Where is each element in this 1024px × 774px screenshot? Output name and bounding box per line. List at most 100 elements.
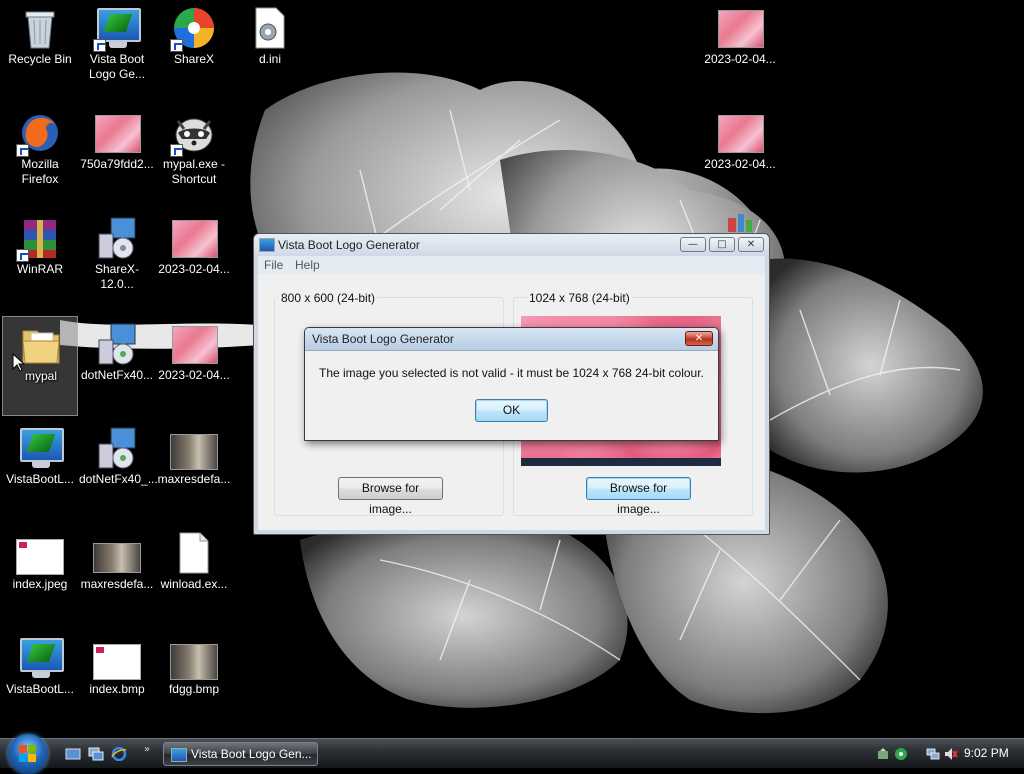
desktop-icon-label: dotNetFx40_...: [79, 472, 158, 486]
browse-button-800x600[interactable]: Browse for image...: [338, 477, 443, 516]
desktop-icon-d-ini[interactable]: d.ini: [232, 0, 308, 100]
desktop-icon-maxresdefault-1[interactable]: maxresdefa...: [79, 525, 155, 625]
desktop-icon-label: fdgg.bmp: [168, 682, 220, 696]
image-thumbnail-icon: [716, 109, 764, 157]
desktop-icon-dotnetfx40-2[interactable]: dotNetFx40_...: [79, 420, 158, 520]
shortcut-arrow-icon: [16, 144, 29, 157]
dialog-close-button[interactable]: ✕: [685, 331, 713, 346]
desktop-icon-index-jpeg[interactable]: index.jpeg: [2, 525, 78, 625]
desktop-icon-recycle-bin[interactable]: Recycle Bin: [2, 0, 78, 100]
desktop-icon-vista-boot-logo-generator[interactable]: Vista Boot Logo Ge...: [79, 0, 155, 100]
desktop-icon-vistabootlogo-2[interactable]: VistaBootL...: [2, 630, 78, 730]
error-dialog: Vista Boot Logo Generator ✕ The image yo…: [304, 327, 719, 441]
menu-file[interactable]: File: [264, 258, 283, 272]
close-icon: ✕: [694, 333, 704, 344]
main-title-bar[interactable]: Vista Boot Logo Generator — □ ✕: [254, 234, 769, 256]
recycle-bin-icon: [25, 11, 55, 49]
start-button[interactable]: [8, 734, 48, 774]
desktop-icon-label: 2023-02-04...: [158, 262, 230, 276]
app-icon: [171, 748, 187, 762]
desktop-icon-label: ShareX: [173, 52, 215, 66]
taskbar-button-vista-boot-logo[interactable]: Vista Boot Logo Gen...: [163, 742, 318, 766]
image-thumbnail-icon: [93, 529, 141, 577]
shortcut-arrow-icon: [16, 249, 29, 262]
desktop: Recycle Bin Mozilla Firefox WinRAR mypal…: [0, 0, 1024, 738]
group-label-1024x768: 1024 x 768 (24-bit): [527, 291, 632, 305]
desktop-icon-label: maxresdefa...: [80, 577, 154, 591]
desktop-icon-label: index.jpeg: [12, 577, 68, 591]
desktop-icon-label: 2023-02-04...: [158, 368, 230, 382]
desktop-icon-winload[interactable]: winload.ex...: [156, 525, 232, 625]
minimize-button[interactable]: —: [680, 237, 706, 252]
desktop-icon-label: VistaBootL...: [6, 682, 74, 696]
desktop-icon-maxresdefault-2[interactable]: maxresdefa...: [156, 420, 232, 520]
desktop-icon-2023-02-04-d[interactable]: 2023-02-04...: [702, 105, 778, 205]
desktop-icon-label: Recycle Bin: [8, 52, 72, 66]
image-thumbnail-icon: [716, 4, 764, 52]
desktop-icon-mypal-shortcut[interactable]: mypal.exe - Shortcut: [156, 105, 232, 205]
installer-icon: [98, 323, 136, 365]
close-button[interactable]: ✕: [738, 237, 764, 252]
image-file-icon: [16, 529, 64, 577]
desktop-icon-label: mypal: [24, 369, 57, 383]
app-icon: [259, 238, 275, 252]
browse-button-1024x768[interactable]: Browse for image...: [586, 477, 691, 516]
desktop-icon-label: 2023-02-04...: [704, 157, 776, 171]
dialog-title-bar[interactable]: Vista Boot Logo Generator ✕: [305, 328, 718, 351]
desktop-icon-label: VistaBootL...: [6, 472, 74, 486]
desktop-icon-fdgg-bmp[interactable]: fdgg.bmp: [156, 630, 232, 730]
image-file-icon: [93, 634, 141, 682]
image-thumbnail-icon: [170, 424, 218, 472]
desktop-icon-label: maxresdefa...: [157, 472, 231, 486]
network-icon[interactable]: [926, 747, 940, 761]
desktop-icon-label: ShareX-12.0...: [94, 262, 140, 291]
desktop-icon-index-bmp[interactable]: index.bmp: [79, 630, 155, 730]
sharex-tray-icon[interactable]: [894, 747, 908, 761]
desktop-icon-sharex[interactable]: ShareX: [156, 0, 232, 100]
image-thumbnail-icon: [170, 214, 218, 262]
taskbar-button-label: Vista Boot Logo Gen...: [191, 747, 312, 761]
maximize-button[interactable]: □: [709, 237, 735, 252]
windows-logo-icon: [19, 745, 37, 763]
dialog-title: Vista Boot Logo Generator: [312, 332, 454, 346]
desktop-icon-label: winload.ex...: [160, 577, 228, 591]
installer-icon: [98, 427, 136, 469]
desktop-icon-winrar[interactable]: WinRAR: [2, 210, 78, 310]
switch-windows-icon[interactable]: [88, 747, 104, 761]
desktop-icon-dotnetfx40-1[interactable]: dotNetFx40...: [79, 316, 155, 416]
desktop-icon-label: index.bmp: [89, 682, 145, 696]
blank-file-icon: [179, 532, 209, 574]
desktop-icon-label: dotNetFx40...: [80, 368, 154, 382]
show-desktop-icon[interactable]: [65, 747, 81, 761]
desktop-icon-label: 750a79fdd2...: [80, 157, 154, 171]
maximize-icon: □: [717, 239, 727, 250]
desktop-icon-mypal-folder[interactable]: mypal: [2, 316, 78, 416]
desktop-icon-2023-02-04-a[interactable]: 2023-02-04...: [156, 210, 232, 310]
desktop-icon-2023-02-04-c[interactable]: 2023-02-04...: [702, 0, 778, 100]
image-thumbnail-icon: [170, 634, 218, 682]
desktop-icon-label: WinRAR: [16, 262, 63, 276]
quicklaunch-overflow-icon[interactable]: »: [144, 744, 150, 755]
monitor-icon: [16, 634, 64, 682]
desktop-icon-750a79fdd2[interactable]: 750a79fdd2...: [79, 105, 155, 205]
desktop-icon-sharex-setup[interactable]: ShareX-12.0...: [79, 210, 155, 310]
ok-button[interactable]: OK: [475, 399, 548, 422]
clock[interactable]: 9:02 PM: [964, 746, 1009, 760]
partial-desktop-icon[interactable]: [724, 212, 754, 232]
close-icon: ✕: [746, 239, 756, 250]
desktop-icon-label: Mozilla Firefox: [21, 157, 59, 186]
volume-muted-icon[interactable]: [944, 747, 958, 761]
menu-bar: File Help: [258, 256, 765, 274]
window-title: Vista Boot Logo Generator: [278, 238, 420, 252]
desktop-icon-firefox[interactable]: Mozilla Firefox: [2, 105, 78, 205]
shortcut-arrow-icon: [170, 39, 183, 52]
safely-remove-icon[interactable]: [876, 747, 890, 761]
menu-help[interactable]: Help: [295, 258, 320, 272]
shortcut-arrow-icon: [93, 39, 106, 52]
desktop-icon-2023-02-04-b[interactable]: 2023-02-04...: [156, 316, 232, 416]
desktop-icon-vistabootlogo-1[interactable]: VistaBootL...: [2, 420, 78, 520]
desktop-icon-label: 2023-02-04...: [704, 52, 776, 66]
internet-explorer-icon[interactable]: [111, 747, 127, 761]
desktop-icon-label: mypal.exe - Shortcut: [162, 157, 226, 186]
dialog-message: The image you selected is not valid - it…: [319, 366, 704, 380]
